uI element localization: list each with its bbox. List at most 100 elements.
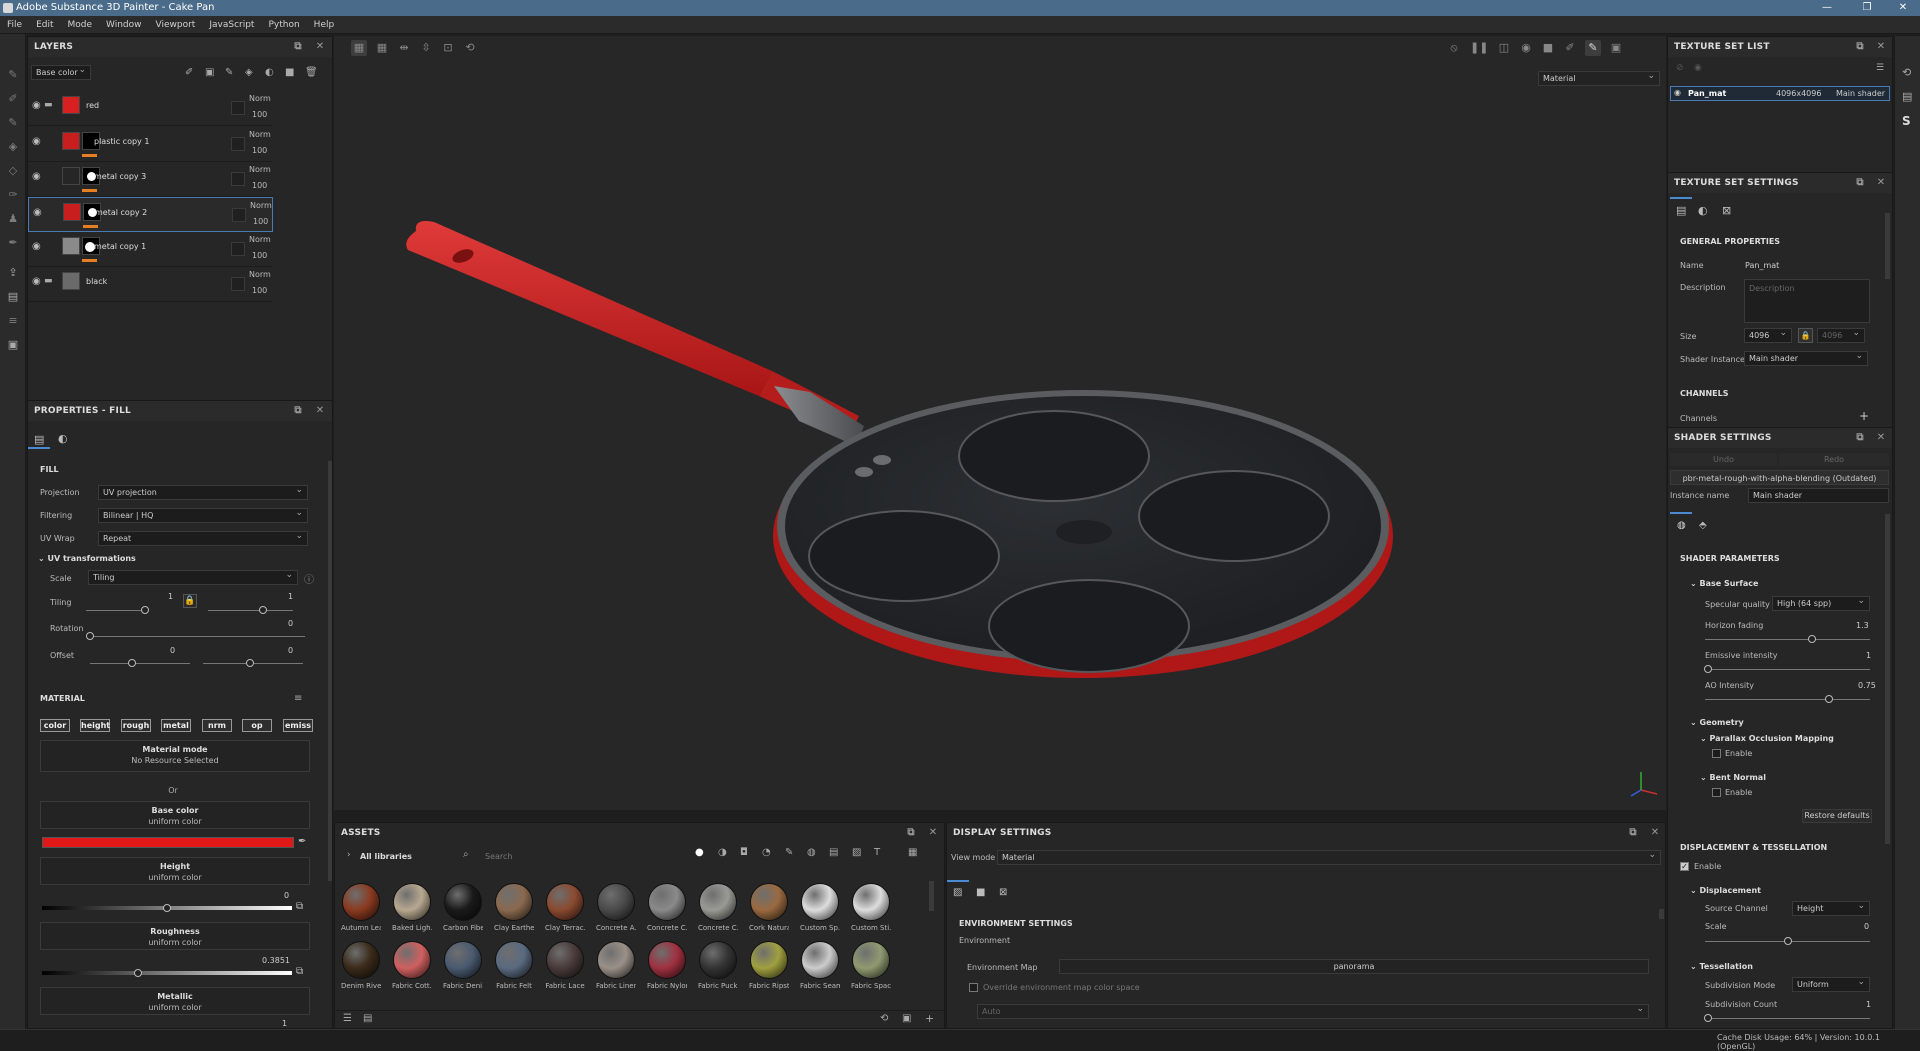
asset-item[interactable]: Concrete A... — [596, 883, 636, 935]
assets-scrollbar[interactable] — [929, 881, 934, 911]
subdivision-count-value[interactable]: 1 — [1866, 1000, 1871, 1009]
history-icon[interactable]: ⟲ — [1902, 66, 1911, 79]
layer-color-box[interactable] — [231, 137, 245, 151]
uv-tab-icon[interactable]: ⊠ — [1722, 204, 1731, 217]
redo-button[interactable]: Redo — [1779, 453, 1889, 466]
info-icon[interactable]: ⓘ — [304, 571, 314, 586]
geometry-toggle[interactable]: ⌄ Geometry — [1690, 718, 1744, 727]
emissive-intensity-value[interactable]: 1 — [1866, 651, 1871, 660]
menu-edit[interactable]: Edit — [29, 16, 60, 34]
ao-intensity-slider[interactable] — [1705, 699, 1870, 700]
ao-intensity-value[interactable]: 0.75 — [1858, 681, 1876, 690]
layer-row-selected[interactable]: ◉ metal copy 2 Norm 100 — [28, 197, 273, 232]
clone-icon[interactable]: ♟ — [6, 212, 20, 226]
visibility-icon[interactable]: ◉ — [1694, 63, 1702, 73]
grid-view-icon[interactable]: ▦ — [908, 847, 917, 858]
description-input[interactable]: Description — [1744, 279, 1870, 323]
instance-name-input[interactable]: Main shader — [1748, 488, 1889, 503]
height-value[interactable]: 0 — [284, 891, 289, 900]
chip-rough[interactable]: rough — [121, 719, 151, 732]
horizon-fading-slider[interactable] — [1705, 639, 1870, 640]
close-icon[interactable]: ✕ — [1888, 0, 1918, 16]
tiling-value-b[interactable]: 1 — [288, 592, 293, 601]
filter-smart-materials-icon[interactable]: ◑ — [718, 847, 727, 858]
horizon-fading-value[interactable]: 1.3 — [1856, 621, 1869, 630]
float-icon[interactable]: ⧉ — [1854, 428, 1866, 448]
offset-knob-b[interactable] — [246, 659, 254, 667]
layer-opacity[interactable]: 100 — [252, 286, 267, 295]
menu-viewport[interactable]: Viewport — [149, 16, 203, 34]
visibility-eye-icon[interactable]: ◉ — [33, 207, 42, 218]
document-icon[interactable]: ▣ — [6, 338, 20, 352]
shader-params-tab-icon[interactable]: ◍ — [1677, 520, 1686, 531]
visibility-eye-icon[interactable]: ◉ — [1674, 88, 1681, 97]
add-effect-icon[interactable]: ✐ — [185, 67, 193, 78]
link-icon[interactable]: ⊘ — [1676, 63, 1684, 73]
asset-item[interactable]: Clay Terrac... — [545, 883, 585, 935]
picker-icon[interactable]: ✒ — [6, 236, 20, 250]
float-icon[interactable]: ⧉ — [292, 401, 304, 421]
delete-layer-icon[interactable]: 🗑 — [305, 67, 318, 78]
rotation-slider[interactable] — [90, 636, 305, 637]
chip-op[interactable]: op — [242, 719, 272, 732]
asset-item[interactable]: Concrete C... — [698, 883, 738, 935]
filtering-select[interactable]: Bilinear | HQ — [98, 507, 308, 523]
override-checkbox[interactable] — [969, 983, 978, 992]
library-selector[interactable]: All libraries — [360, 852, 412, 861]
filter-masks-icon[interactable]: ◘ — [740, 847, 748, 858]
tss-scrollbar[interactable] — [1885, 213, 1890, 279]
visibility-eye-icon[interactable]: ◉ — [32, 100, 41, 111]
layer-row[interactable]: ◉ metal copy 3 Norm 100 — [28, 162, 273, 197]
blend-mode[interactable]: Norm — [249, 235, 271, 244]
smudge-icon[interactable]: ✑ — [6, 188, 20, 202]
filter-environments-icon[interactable]: ▨ — [852, 847, 861, 858]
blend-mode[interactable]: Norm — [249, 94, 271, 103]
asset-item[interactable]: Fabric Seam — [800, 941, 840, 993]
ao-intensity-knob[interactable] — [1824, 695, 1833, 703]
tiling-value-a[interactable]: 1 — [168, 592, 173, 601]
metallic-value[interactable]: 1 — [282, 1019, 287, 1028]
channel-select[interactable]: Base color — [31, 64, 91, 80]
filter-brushes-icon[interactable]: ✎ — [785, 847, 793, 858]
shader-preset-button[interactable]: pbr-metal-rough-with-alpha-blending (Out… — [1670, 470, 1889, 485]
blend-mode[interactable]: Norm — [250, 201, 272, 210]
filter-materials-icon[interactable]: ● — [695, 847, 704, 858]
asset-item[interactable]: Concrete C... — [647, 883, 687, 935]
blend-mode[interactable]: Norm — [249, 165, 271, 174]
geometry-mask-icon[interactable]: ◈ — [6, 140, 20, 154]
layer-row[interactable]: ◉ plastic copy 1 Norm 100 — [28, 127, 273, 162]
tessellation-toggle[interactable]: ⌄ Tessellation — [1690, 962, 1753, 971]
disp-scale-value[interactable]: 0 — [1864, 922, 1869, 931]
float-icon[interactable]: ⧉ — [1854, 37, 1866, 57]
lock-icon[interactable]: 🔒 — [1798, 328, 1813, 343]
bent-enable-checkbox[interactable] — [1712, 788, 1721, 797]
tiling-slider-a[interactable] — [86, 610, 146, 611]
add-fill-layer-icon[interactable]: ◈ — [245, 67, 253, 78]
material-tab-icon[interactable]: ◐ — [58, 432, 68, 445]
tiling-slider-b[interactable] — [208, 610, 293, 611]
layer-color-box[interactable] — [231, 101, 245, 115]
refresh-icon[interactable]: ⟲ — [880, 1013, 888, 1024]
chip-height[interactable]: height — [80, 719, 110, 732]
base-color-box[interactable]: Base color uniform color — [40, 801, 310, 829]
close-panel-icon[interactable]: ✕ — [1875, 428, 1887, 448]
roughness-map-icon[interactable]: ⧉ — [296, 966, 303, 977]
roughness-knob[interactable] — [134, 969, 143, 977]
close-panel-icon[interactable]: ✕ — [314, 401, 326, 421]
layer-row[interactable]: ◉ ▬ red Norm 100 — [28, 91, 273, 126]
close-panel-icon[interactable]: ✕ — [927, 823, 939, 843]
add-mask-icon[interactable]: ▣ — [205, 67, 214, 78]
add-paint-layer-icon[interactable]: ✎ — [225, 67, 233, 78]
offset-slider-a[interactable] — [90, 663, 190, 664]
roughness-gradient-slider[interactable] — [42, 971, 292, 975]
export-icon[interactable]: ⇪ — [6, 266, 20, 280]
tiling-knob-b[interactable] — [259, 606, 267, 614]
chip-metal[interactable]: metal — [161, 719, 191, 732]
envmap-field[interactable]: panorama — [1059, 959, 1649, 974]
asset-item[interactable]: Fabric Cott... — [392, 941, 432, 993]
environment-tab-icon[interactable]: ▨ — [953, 887, 962, 898]
projection-icon[interactable]: ✎ — [6, 116, 20, 130]
maximize-icon[interactable]: ❐ — [1852, 0, 1882, 16]
eyedropper-icon[interactable]: ✒ — [298, 836, 306, 847]
filter-list-icon[interactable]: ☰ — [343, 1013, 352, 1024]
